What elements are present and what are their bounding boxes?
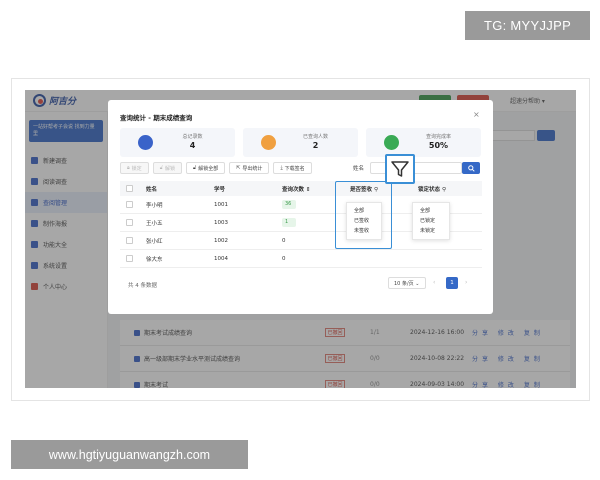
unlock-button[interactable]: 🔓︎ 解锁	[152, 162, 182, 174]
count-sort[interactable]: 查询次数 ⇕	[282, 185, 311, 193]
filter-option[interactable]: 全部	[413, 206, 449, 216]
filter-option[interactable]: 已签收	[347, 216, 381, 226]
row-checkbox[interactable]	[126, 219, 133, 226]
page-size-select[interactable]: 10 条/页 ⌄	[388, 277, 426, 289]
name-search-input[interactable]	[370, 162, 462, 174]
signed-filter-dropdown: 全部 已签收 未签收	[346, 202, 382, 240]
filter-icon-callout	[385, 154, 415, 184]
search-icon	[467, 164, 475, 172]
locked-column-header: 锁定状态 ⚲	[418, 186, 446, 193]
locked-filter-dropdown: 全部 已锁定 未锁定	[412, 202, 450, 240]
stat-queried: 已查询人数 2	[243, 128, 358, 157]
count-badge: 1	[282, 218, 296, 227]
filter-icon	[391, 161, 409, 177]
name-search-label: 姓名	[353, 166, 365, 172]
export-button[interactable]: ⇱ 导出统计	[229, 162, 270, 174]
unlock-icon: 🔓︎	[159, 165, 163, 171]
modal-title: 查询统计 - 期末成绩查询	[120, 114, 193, 122]
lock-icon: 🔒︎	[127, 165, 130, 171]
total-count: 共 4 条数据	[128, 283, 157, 289]
table-header: 姓名 学号 查询次数 ⇕ 是否签收 ⚲ 锁定状态 ⚲	[120, 181, 482, 196]
filter-icon[interactable]: ⚲	[442, 187, 446, 193]
row-checkbox[interactable]	[126, 255, 133, 262]
filter-option[interactable]: 未签收	[347, 226, 381, 236]
row-checkbox[interactable]	[126, 201, 133, 208]
count-badge: 36	[282, 200, 296, 209]
search-button[interactable]	[462, 162, 480, 174]
filter-option[interactable]: 未锁定	[413, 226, 449, 236]
prev-page-icon[interactable]: ‹	[433, 279, 435, 286]
close-icon[interactable]: ×	[473, 110, 480, 119]
download-icon: ⤓	[280, 165, 283, 171]
modal-toolbar: 🔒︎ 锁定 🔓︎ 解锁 🔓︎ 解锁全部 ⇱ 导出统计 ⤓ 下载签名	[120, 162, 312, 174]
table-row[interactable]: 徐大东 1004 0	[120, 250, 482, 268]
unlock-all-button[interactable]: 🔓︎ 解锁全部	[185, 162, 226, 174]
watermark-bottom: www.hgtiyuguanwangzh.com	[11, 440, 248, 469]
watermark-top: TG: MYYJJPP	[465, 11, 590, 40]
stat-rate: 查询完成率 50%	[366, 128, 481, 157]
filter-option[interactable]: 全部	[347, 206, 381, 216]
download-signature-button[interactable]: ⤓ 下载签名	[273, 162, 312, 174]
export-icon: ⇱	[236, 165, 241, 171]
stat-total: 总记录数 4	[120, 128, 235, 157]
next-page-icon[interactable]: ›	[465, 279, 467, 286]
unlock-icon: 🔓︎	[192, 165, 197, 171]
row-checkbox[interactable]	[126, 237, 133, 244]
filter-option[interactable]: 已锁定	[413, 216, 449, 226]
lock-button[interactable]: 🔒︎ 锁定	[120, 162, 149, 174]
select-all-checkbox[interactable]	[126, 185, 133, 192]
statistics-modal: 查询统计 - 期末成绩查询 × 总记录数 4 已查询人数 2 查询完成率 50%…	[108, 100, 493, 314]
page-number[interactable]: 1	[446, 277, 458, 289]
